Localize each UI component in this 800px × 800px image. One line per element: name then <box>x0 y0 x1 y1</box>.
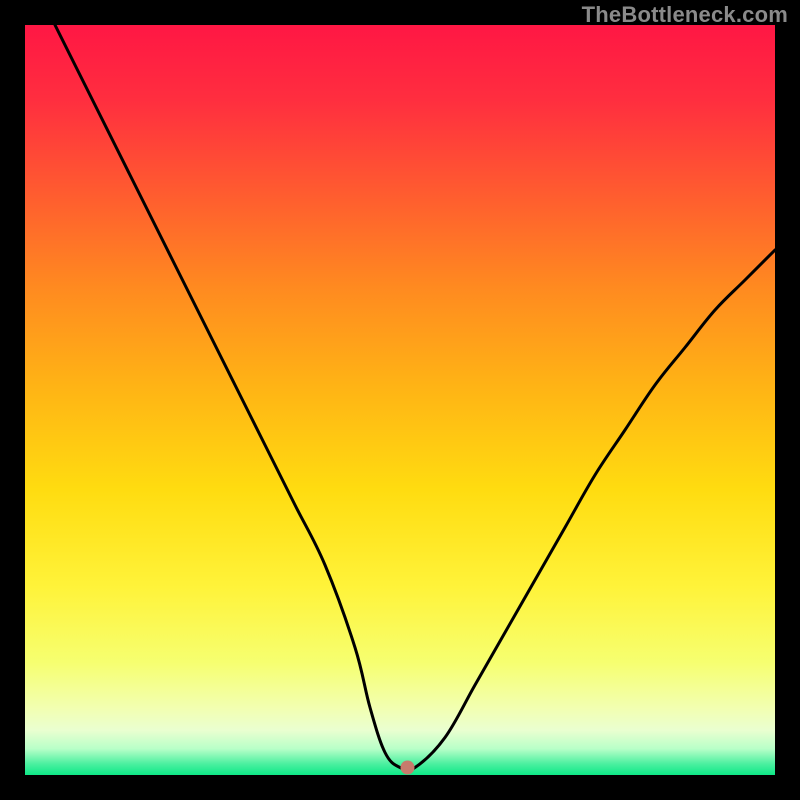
watermark-text: TheBottleneck.com <box>582 2 788 28</box>
chart-svg <box>25 25 775 775</box>
chart-background-gradient <box>25 25 775 775</box>
chart-plot-area <box>25 25 775 775</box>
optimal-point-marker <box>401 761 415 775</box>
